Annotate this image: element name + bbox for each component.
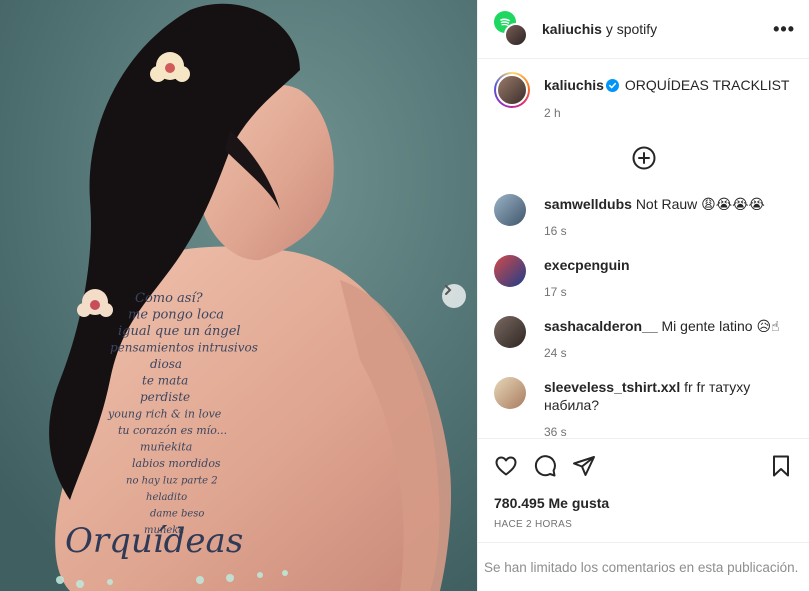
save-button[interactable] bbox=[769, 454, 793, 478]
comments-limited-notice: Se han limitado los comentarios en esta … bbox=[478, 542, 809, 591]
comments-section: kaliuchis ORQUÍDEAS TRACKLIST 2 h samwel… bbox=[478, 60, 809, 438]
tattoo-line: young rich & in love bbox=[107, 408, 222, 421]
comment-username[interactable]: execpenguin bbox=[544, 257, 630, 273]
comment-button[interactable] bbox=[533, 454, 557, 478]
collab-avatars[interactable] bbox=[494, 11, 530, 47]
action-icons bbox=[494, 453, 793, 479]
caption-text: kaliuchis ORQUÍDEAS TRACKLIST bbox=[544, 72, 789, 96]
post-panel: kaliuchis y spotify ••• kaliuchis ORQUÍD… bbox=[477, 0, 809, 591]
comment-text: execpenguin bbox=[544, 255, 630, 274]
post-actions: 780.495 Me gusta HACE 2 HORAS bbox=[478, 438, 809, 542]
post-photo-illustration: Como así? me pongo locaigual que un ángel… bbox=[0, 0, 477, 591]
header-collab-text[interactable]: y spotify bbox=[606, 21, 657, 37]
share-button[interactable] bbox=[572, 454, 596, 478]
post-image: Como así? me pongo loca igual que un ángel… bbox=[0, 0, 477, 591]
bookmark-icon bbox=[773, 455, 789, 477]
comment-text: sashacalderon__ Mi gente latino 😥☝ bbox=[544, 316, 780, 335]
comment-username[interactable]: samwelldubs bbox=[544, 196, 632, 212]
caption: kaliuchis ORQUÍDEAS TRACKLIST 2 h bbox=[494, 60, 793, 120]
comment-time: 16 s bbox=[544, 224, 567, 238]
tattoo-line: labios mordidos bbox=[132, 457, 221, 470]
post-header: kaliuchis y spotify ••• bbox=[478, 0, 809, 59]
more-options-button[interactable]: ••• bbox=[773, 19, 795, 40]
tattoo-line: me pongo loca bbox=[128, 308, 224, 323]
comment-username[interactable]: sashacalderon__ bbox=[544, 318, 658, 334]
like-count[interactable]: 780.495 Me gusta bbox=[494, 495, 793, 511]
comment-list: samwelldubs Not Rauw 😩😭😭😭 16 s execpengu… bbox=[494, 194, 793, 438]
user-avatar-small[interactable] bbox=[504, 23, 528, 47]
next-image-button[interactable] bbox=[442, 284, 466, 308]
tattoo-title: Orquídeas bbox=[65, 521, 243, 561]
comment-item: execpenguin 17 s bbox=[494, 255, 793, 299]
like-button[interactable] bbox=[494, 454, 518, 478]
caption-time: 2 h bbox=[544, 106, 561, 120]
caption-body: ORQUÍDEAS TRACKLIST bbox=[624, 77, 790, 93]
tattoo-line: dame beso bbox=[150, 509, 204, 520]
tattoo-line: diosa bbox=[150, 357, 182, 371]
more-horizontal-icon: ••• bbox=[773, 18, 795, 39]
tattoo-line: tu corazón es mío... bbox=[118, 424, 227, 437]
comment-body: Not Rauw 😩😭😭😭 bbox=[635, 196, 765, 212]
comment-body: Mi gente latino 😥☝ bbox=[661, 318, 780, 334]
caption-username[interactable]: kaliuchis bbox=[544, 77, 604, 93]
heart-icon bbox=[495, 456, 517, 476]
comment-time: 17 s bbox=[544, 285, 567, 299]
tattoo-line: perdiste bbox=[140, 390, 190, 404]
comment-avatar[interactable] bbox=[494, 194, 526, 226]
tattoo-line: no hay luz parte 2 bbox=[126, 476, 218, 487]
comment-time: 36 s bbox=[544, 425, 567, 438]
comment-avatar[interactable] bbox=[494, 377, 526, 409]
comment-time: 24 s bbox=[544, 346, 567, 360]
tattoo-line: Como así? bbox=[135, 291, 204, 306]
comment-item: sleeveless_tshirt.xxl fr fr татуху набил… bbox=[494, 377, 793, 438]
comment-avatar[interactable] bbox=[494, 316, 526, 348]
plus-circle-icon bbox=[632, 146, 655, 170]
tattoo-line: muñekita bbox=[140, 441, 192, 454]
load-more-row bbox=[494, 146, 793, 170]
tattoo-line: te mata bbox=[142, 374, 188, 388]
chevron-right-icon bbox=[445, 285, 452, 295]
tattoo-line: heladito bbox=[146, 492, 187, 503]
header-username[interactable]: kaliuchis bbox=[542, 21, 602, 37]
load-more-comments-button[interactable] bbox=[632, 146, 656, 170]
header-title[interactable]: kaliuchis y spotify bbox=[542, 21, 657, 37]
caption-avatar[interactable] bbox=[494, 72, 530, 108]
comment-username[interactable]: sleeveless_tshirt.xxl bbox=[544, 379, 680, 395]
verified-badge-icon bbox=[605, 78, 619, 96]
post-timestamp: HACE 2 HORAS bbox=[494, 519, 573, 530]
comment-bubble-icon bbox=[534, 455, 556, 477]
comment-text: sleeveless_tshirt.xxl fr fr татуху набил… bbox=[544, 377, 793, 414]
send-icon bbox=[573, 456, 595, 476]
tattoo-line: igual que un ángel bbox=[118, 324, 241, 339]
comment-text: samwelldubs Not Rauw 😩😭😭😭 bbox=[544, 194, 765, 213]
comment-item: samwelldubs Not Rauw 😩😭😭😭 16 s bbox=[494, 194, 793, 238]
comment-avatar[interactable] bbox=[494, 255, 526, 287]
comment-item: sashacalderon__ Mi gente latino 😥☝ 24 s bbox=[494, 316, 793, 360]
tattoo-line: pensamientos intrusivos bbox=[110, 341, 258, 355]
